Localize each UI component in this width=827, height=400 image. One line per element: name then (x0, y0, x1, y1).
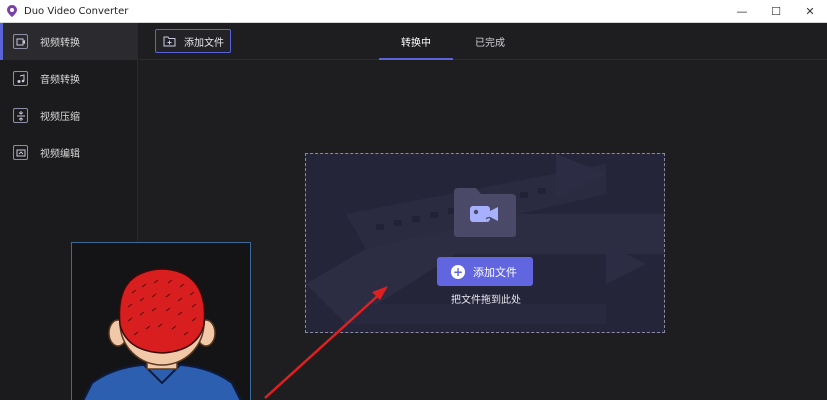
window-title: Duo Video Converter (24, 5, 129, 17)
sidebar-item-video-convert[interactable]: 视频转换 (0, 23, 137, 60)
dropzone-add-file-button[interactable]: + 添加文件 (437, 257, 533, 286)
sidebar-item-label: 视频转换 (40, 38, 80, 49)
app-logo-icon (6, 5, 18, 17)
dropzone-hint: 把文件拖到此处 (451, 295, 521, 306)
title-bar: Duo Video Converter — ☐ ✕ (0, 0, 827, 23)
cartoon-overlay-image (71, 242, 251, 400)
window-controls: — ☐ ✕ (725, 0, 827, 23)
sidebar-item-label: 音频转换 (40, 75, 80, 86)
add-folder-icon (163, 36, 176, 47)
plus-circle-icon: + (451, 264, 465, 279)
sidebar-item-label: 视频编辑 (40, 149, 80, 160)
video-folder-icon (454, 188, 516, 237)
minimize-button[interactable]: — (725, 0, 759, 23)
add-file-button[interactable]: 添加文件 (155, 29, 231, 53)
file-drop-zone[interactable]: + 添加文件 把文件拖到此处 (305, 153, 665, 333)
filmstrip-decoration (306, 154, 664, 324)
audio-convert-icon (13, 71, 28, 86)
video-convert-icon (13, 34, 28, 49)
cartoon-character (82, 268, 242, 400)
maximize-button[interactable]: ☐ (759, 0, 793, 23)
edit-icon (13, 145, 28, 160)
tab-label: 转换中 (401, 37, 431, 49)
dropzone-button-label: 添加文件 (473, 265, 517, 279)
tab-label: 已完成 (475, 37, 505, 49)
close-button[interactable]: ✕ (793, 0, 827, 23)
tab-converting[interactable]: 转换中 (379, 23, 453, 60)
sidebar-item-label: 视频压缩 (40, 112, 80, 123)
sidebar-item-compress[interactable]: 视频压缩 (0, 97, 137, 134)
sidebar-item-edit[interactable]: 视频编辑 (0, 134, 137, 171)
add-file-label: 添加文件 (184, 37, 224, 49)
compress-icon (13, 108, 28, 123)
sidebar-item-audio-convert[interactable]: 音频转换 (0, 60, 137, 97)
tab-completed[interactable]: 已完成 (455, 23, 525, 59)
top-toolbar: 添加文件 转换中 已完成 (139, 23, 827, 60)
app-window: Duo Video Converter — ☐ ✕ 视频转换 音频转换 视频压缩 (0, 0, 827, 400)
